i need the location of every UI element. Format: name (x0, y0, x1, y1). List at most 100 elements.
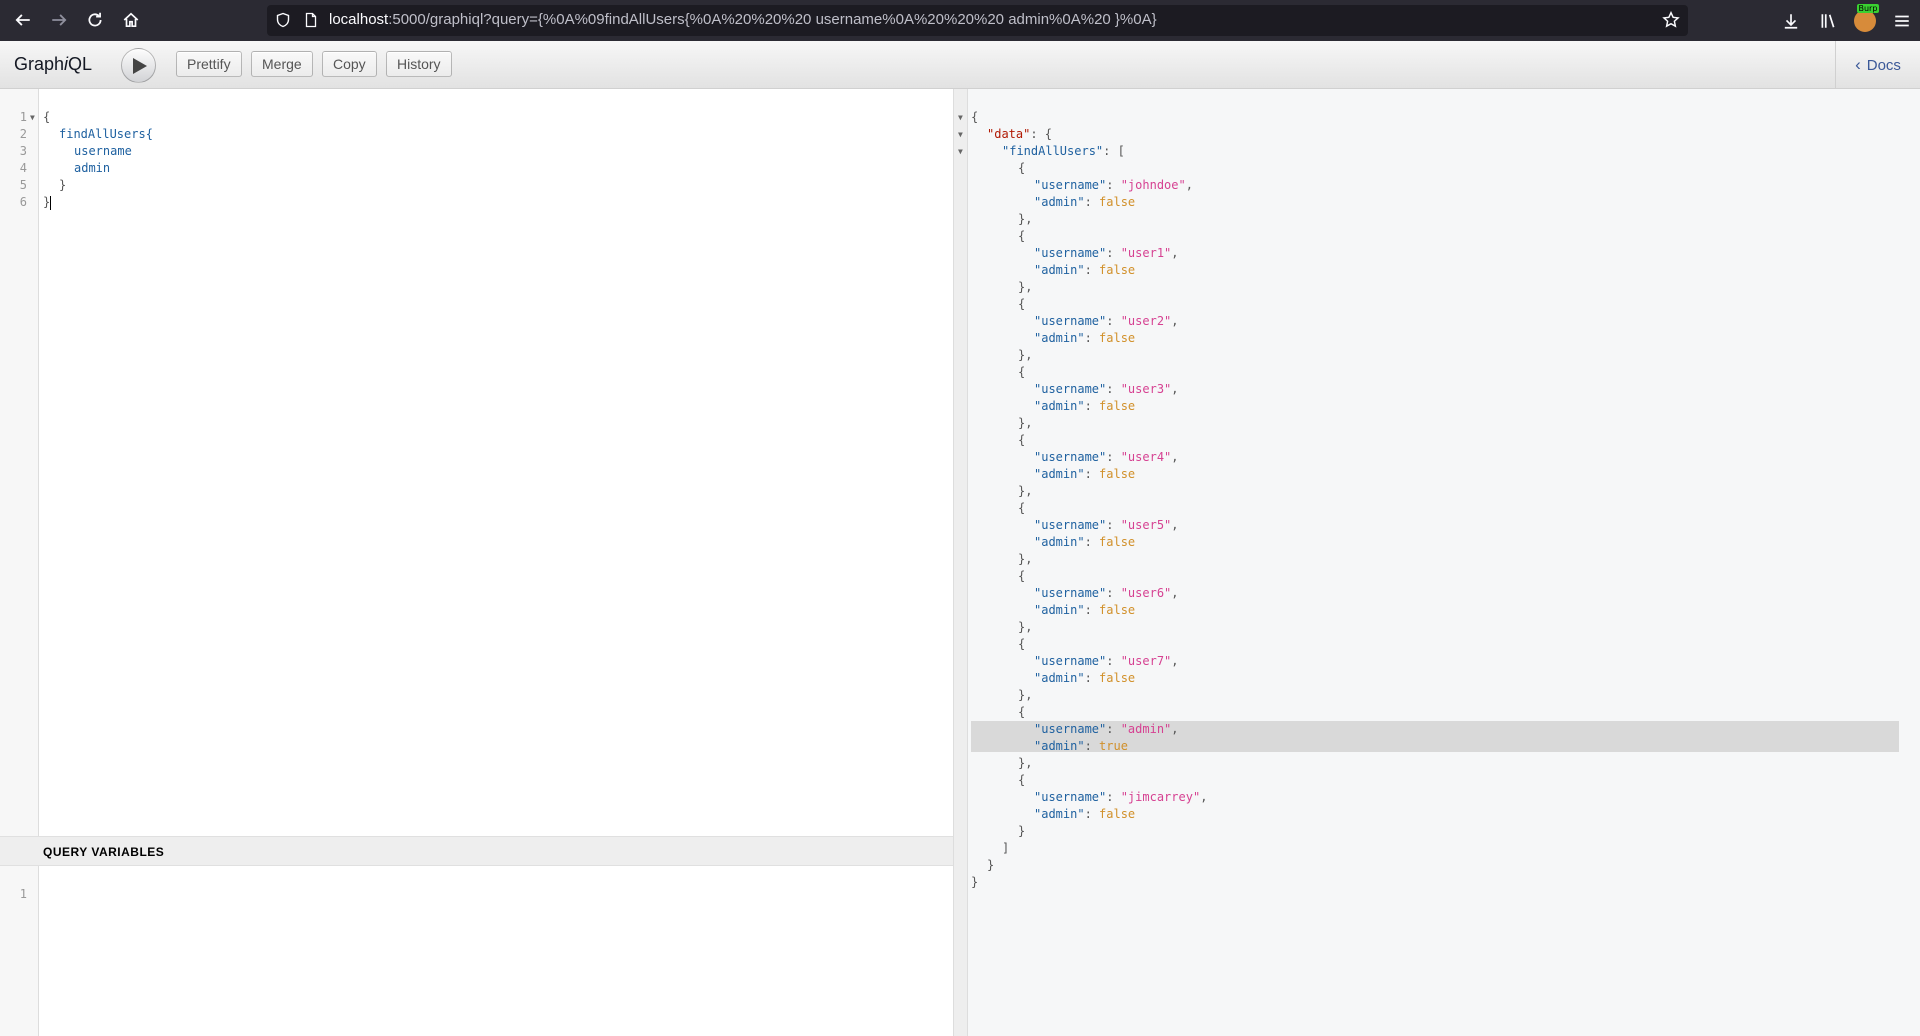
line-number: 1 (19, 110, 27, 124)
admin-value: false (1099, 399, 1136, 413)
json-key: "admin" (1034, 399, 1085, 413)
json-line: "username": "user4", (1034, 450, 1179, 464)
code-line: } (59, 178, 67, 192)
prettify-button[interactable]: Prettify (176, 51, 242, 77)
json-line: "username": "user7", (1034, 654, 1179, 668)
graphiql-toolbar: GraphiQL Prettify Merge Copy History ‹ D… (0, 41, 1920, 89)
json-key: "username" (1034, 314, 1107, 328)
code-line: findAllUsers{ (59, 127, 153, 141)
app-title: GraphiQL (14, 54, 93, 74)
json-key: "admin" (1034, 671, 1085, 685)
pane-resize-handle[interactable] (953, 89, 968, 1036)
json-line: "admin": false (1034, 195, 1136, 209)
query-variables-editor[interactable]: 1 (0, 866, 953, 1036)
execute-query-button[interactable] (121, 48, 156, 83)
username-value: "user3" (1120, 382, 1172, 396)
history-button[interactable]: History (386, 51, 452, 77)
json-brace: }, (1018, 280, 1033, 294)
extension-badge: Burp (1856, 3, 1880, 13)
json-brace: } (987, 858, 995, 872)
code-line: username (74, 144, 132, 158)
reload-icon[interactable] (78, 3, 112, 37)
json-brace: { (1018, 229, 1026, 243)
admin-value: false (1099, 467, 1136, 481)
json-key: "username" (1034, 178, 1107, 192)
line-number: 2 (19, 127, 27, 141)
json-brace: }, (1018, 348, 1033, 362)
json-key: "admin" (1034, 603, 1085, 617)
forward-arrow-icon[interactable] (42, 3, 76, 37)
json-brace: { (1018, 365, 1026, 379)
json-line: "username": "admin", (1034, 722, 1179, 736)
username-value: "user7" (1120, 654, 1172, 668)
url-text[interactable]: localhost:5000/graphiql?query={%0A%09fin… (329, 11, 1157, 28)
username-value: "user2" (1120, 314, 1172, 328)
json-line: "admin": false (1034, 467, 1136, 481)
json-line: "admin": false (1034, 535, 1136, 549)
query-variables-header[interactable]: QUERY VARIABLES (0, 836, 953, 866)
json-bracket: ] (1002, 841, 1010, 855)
json-key: "username" (1034, 722, 1107, 736)
fold-arrow-icon[interactable]: ▼ (958, 109, 963, 126)
username-value: "johndoe" (1120, 178, 1186, 192)
json-brace: }, (1018, 756, 1033, 770)
fold-arrow-icon[interactable]: ▼ (958, 143, 963, 160)
code-line: admin (74, 161, 111, 175)
home-icon[interactable] (114, 3, 148, 37)
username-value: "user1" (1120, 246, 1172, 260)
query-editor[interactable]: 1 2 3 4 5 6 ▼ { findAllUsers{ username a… (0, 89, 953, 836)
chevron-left-icon: ‹ (1855, 55, 1861, 74)
library-icon[interactable] (1809, 4, 1846, 38)
download-icon[interactable] (1772, 4, 1809, 38)
burp-extension-icon[interactable]: Burp (1846, 3, 1883, 38)
line-number: 3 (19, 144, 27, 158)
line-number: 4 (19, 161, 27, 175)
json-brace: { (1018, 297, 1026, 311)
json-brace: }, (1018, 212, 1033, 226)
admin-value: false (1099, 535, 1136, 549)
admin-value: true (1099, 739, 1128, 753)
json-line: "admin": false (1034, 671, 1136, 685)
browser-toolbar: localhost:5000/graphiql?query={%0A%09fin… (0, 0, 1920, 41)
page-info-icon[interactable] (303, 12, 319, 28)
url-bar[interactable]: localhost:5000/graphiql?query={%0A%09fin… (267, 5, 1688, 36)
json-key: "admin" (1034, 263, 1085, 277)
json-line: "findAllUsers": [ (1002, 144, 1125, 158)
json-line: "username": "user6", (1034, 586, 1179, 600)
json-brace: }, (1018, 552, 1033, 566)
text-cursor (50, 195, 52, 210)
line-number: 6 (19, 195, 27, 209)
json-brace: } (971, 875, 979, 889)
docs-button[interactable]: ‹ Docs (1835, 41, 1920, 89)
admin-value: false (1099, 807, 1136, 821)
json-key: "admin" (1034, 807, 1085, 821)
json-key: "username" (1034, 518, 1107, 532)
json-brace: { (1018, 569, 1026, 583)
merge-button[interactable]: Merge (251, 51, 313, 77)
admin-value: false (1099, 671, 1136, 685)
admin-value: false (1099, 331, 1136, 345)
copy-button[interactable]: Copy (322, 51, 377, 77)
fold-arrow-icon[interactable]: ▼ (30, 109, 35, 126)
json-line: "username": "user2", (1034, 314, 1179, 328)
json-line: "admin": false (1034, 331, 1136, 345)
code-line: } (43, 195, 52, 210)
json-key: "admin" (1034, 331, 1085, 345)
admin-value: false (1099, 603, 1136, 617)
json-key: "username" (1034, 790, 1107, 804)
username-value: "user5" (1120, 518, 1172, 532)
shield-icon[interactable] (275, 12, 291, 28)
menu-icon[interactable] (1883, 4, 1920, 38)
json-line: "username": "user1", (1034, 246, 1179, 260)
json-brace: } (1018, 824, 1026, 838)
back-arrow-icon[interactable] (6, 3, 40, 37)
json-line: "admin": true (1034, 739, 1128, 753)
play-icon (133, 57, 147, 74)
bookmark-star-icon[interactable] (1662, 11, 1680, 29)
json-key: "admin" (1034, 739, 1085, 753)
line-number: 1 (19, 887, 27, 901)
fold-arrow-icon[interactable]: ▼ (958, 126, 963, 143)
json-line: "username": "jimcarrey", (1034, 790, 1208, 804)
json-brace: { (1018, 501, 1026, 515)
json-brace: }, (1018, 688, 1033, 702)
